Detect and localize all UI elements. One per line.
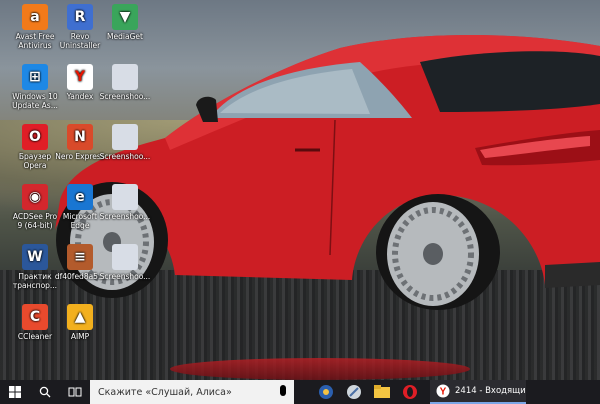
archive-icon: ≡ — [67, 244, 93, 270]
ccleaner-icon: C — [22, 304, 48, 330]
shortcut-label: Screenshoo... — [99, 92, 151, 101]
taskbar-yandex-window[interactable]: Y 2414 - Входящие —... — [430, 380, 526, 404]
taskbar-app-1[interactable] — [312, 380, 340, 404]
mediaget-icon: ▼ — [112, 4, 138, 30]
globe-app-icon — [319, 385, 333, 399]
avast-icon: a — [22, 4, 48, 30]
mediaget-shortcut[interactable]: ▼ MediaGet — [97, 4, 153, 41]
windows10-update-icon: ⊞ — [22, 64, 48, 90]
screenshot-4-shortcut[interactable]: Screenshoo... — [97, 244, 153, 281]
search-icon — [39, 386, 51, 398]
screenshot-1-shortcut[interactable]: Screenshoo... — [97, 64, 153, 101]
screenshot-2-shortcut[interactable]: Screenshoo... — [97, 124, 153, 161]
word-doc-icon: W — [22, 244, 48, 270]
yandex-browser-icon: Y — [436, 384, 450, 398]
taskbar-opera[interactable] — [396, 380, 424, 404]
opera-icon: O — [22, 124, 48, 150]
alice-search-text: Скажите «Слушай, Алиса» — [98, 386, 232, 398]
shortcut-label: MediaGet — [107, 32, 143, 41]
task-view-icon — [68, 387, 82, 397]
search-button[interactable] — [30, 380, 60, 404]
microsoft-edge-icon: e — [67, 184, 93, 210]
windows-logo-icon — [9, 386, 21, 398]
task-view-button[interactable] — [60, 380, 90, 404]
screenshot-icon-3 — [112, 184, 138, 210]
screenshot-3-shortcut[interactable]: Screenshoo... — [97, 184, 153, 221]
revo-uninstaller-icon: R — [67, 4, 93, 30]
shortcut-label: Screenshoo... — [99, 272, 151, 281]
aimp-icon: ▲ — [67, 304, 93, 330]
screenshot-icon-1 — [112, 64, 138, 90]
svg-text:Y: Y — [440, 387, 447, 398]
microphone-icon[interactable] — [280, 385, 286, 396]
active-window-title: 2414 - Входящие —... — [455, 386, 526, 396]
shortcut-label: Screenshoo... — [99, 212, 151, 221]
folder-icon — [374, 385, 390, 398]
screenshot-icon-2 — [112, 124, 138, 150]
taskbar-file-explorer[interactable] — [368, 380, 396, 404]
rear-wheel — [376, 194, 500, 310]
screenshot-icon-4 — [112, 244, 138, 270]
taskbar: Скажите «Слушай, Алиса» Y 2414 - Входящи… — [0, 380, 600, 404]
opera-icon — [403, 385, 417, 399]
shortcut-label: Screenshoo... — [99, 152, 151, 161]
tools-app-icon — [347, 385, 361, 399]
alice-search-box[interactable]: Скажите «Слушай, Алиса» — [90, 380, 294, 404]
acdsee-icon: ◉ — [22, 184, 48, 210]
aimp-shortcut[interactable]: ▲ AIMP — [52, 304, 108, 341]
yandex-icon: Y — [67, 64, 93, 90]
shortcut-label: AIMP — [70, 332, 90, 341]
start-button[interactable] — [0, 380, 30, 404]
nero-express-icon: N — [67, 124, 93, 150]
taskbar-app-2[interactable] — [340, 380, 368, 404]
